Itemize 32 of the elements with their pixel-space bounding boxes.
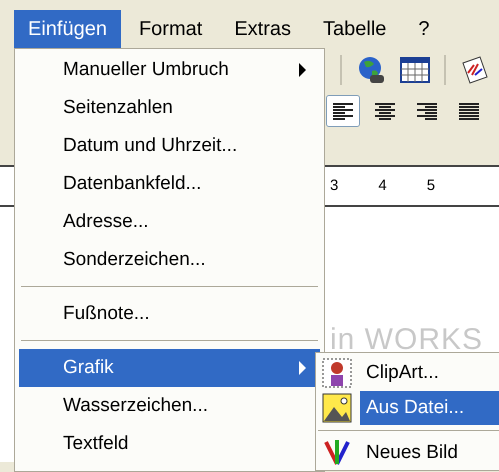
menu-item[interactable]: Tabelle bbox=[309, 10, 400, 48]
table-icon[interactable] bbox=[400, 57, 430, 83]
separator-icon bbox=[340, 55, 342, 85]
menu-item[interactable]: Manueller Umbruch bbox=[19, 51, 320, 89]
menu-item[interactable]: Adresse... bbox=[19, 203, 320, 241]
align-left-icon bbox=[332, 101, 354, 121]
menu-item[interactable]: Sonderzeichen... bbox=[19, 241, 320, 279]
menu-item[interactable]: Grafik bbox=[19, 349, 320, 387]
menu-item[interactable]: Neues Bild bbox=[360, 436, 499, 470]
menu-item[interactable]: Aus Datei... bbox=[360, 390, 499, 424]
menu-item[interactable]: Extras bbox=[220, 10, 305, 48]
menu-item[interactable]: Seitenzahlen bbox=[19, 89, 320, 127]
globe-icon[interactable] bbox=[356, 55, 386, 85]
brushes-icon bbox=[322, 438, 352, 468]
justify-icon bbox=[458, 101, 480, 121]
menu-item[interactable]: Format bbox=[124, 10, 216, 48]
menu-item[interactable]: Datum und Uhrzeit... bbox=[19, 127, 320, 165]
menu-item[interactable]: Fußnote... bbox=[19, 295, 320, 333]
ruler-number: 5 bbox=[426, 176, 436, 196]
menu-item[interactable]: Datenbankfeld... bbox=[19, 165, 320, 203]
menu-item[interactable]: Einfügen bbox=[14, 10, 121, 48]
person-figure-icon bbox=[322, 358, 352, 388]
menu-item[interactable]: ? bbox=[404, 10, 444, 48]
ruler-number: 4 bbox=[378, 176, 387, 196]
separator-icon bbox=[444, 55, 446, 85]
menu-item[interactable]: ClipArt... bbox=[360, 356, 499, 390]
ruler-number: 3 bbox=[330, 176, 338, 196]
align-center-icon bbox=[374, 101, 396, 121]
align-left-button[interactable] bbox=[326, 95, 360, 127]
align-right-icon bbox=[416, 101, 438, 121]
image-icon bbox=[322, 392, 352, 422]
chart-icon[interactable] bbox=[460, 55, 490, 85]
